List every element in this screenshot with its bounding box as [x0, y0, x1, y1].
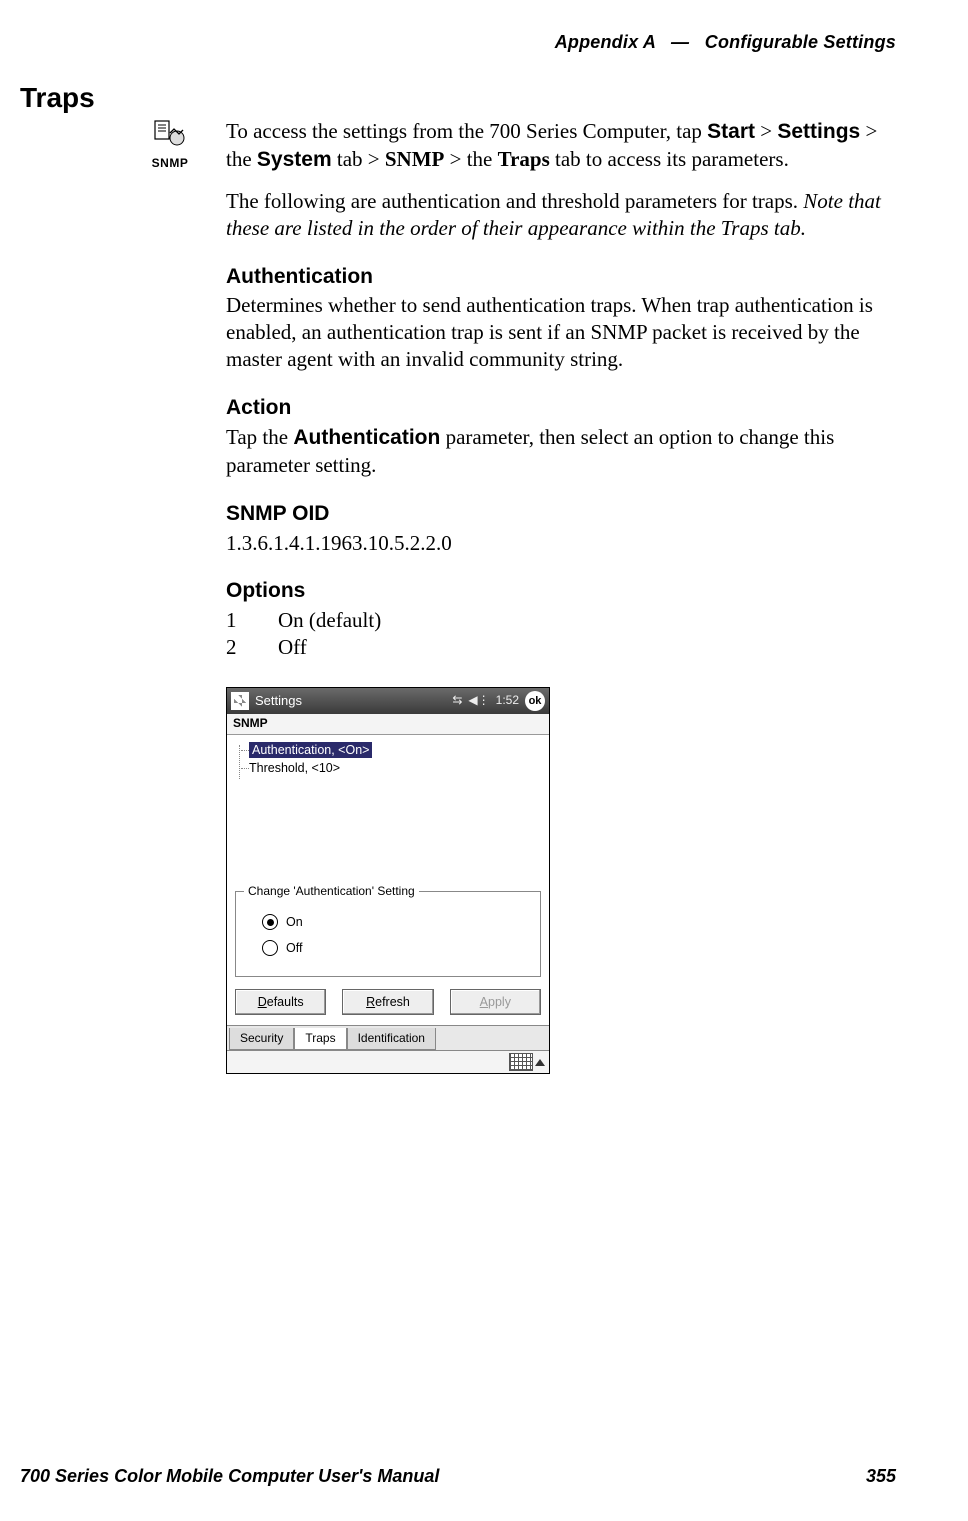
tab-identification[interactable]: Identification: [347, 1028, 436, 1050]
connectivity-icon[interactable]: ⇆: [452, 693, 462, 708]
auth-paragraph: Determines whether to send authenticatio…: [226, 292, 906, 373]
clock-text: 1:52: [496, 693, 519, 708]
heading-authentication: Authentication: [226, 264, 906, 291]
tree-item-label: Threshold, <10>: [249, 760, 340, 776]
text: efresh: [375, 995, 410, 1009]
button-row: Defaults Refresh Apply: [227, 985, 549, 1025]
option-number: 2: [226, 634, 278, 661]
page-footer: 700 Series Color Mobile Computer User's …: [20, 1466, 896, 1487]
keyboard-icon[interactable]: [509, 1053, 533, 1071]
tree-item-threshold[interactable]: Threshold, <10>: [249, 759, 541, 777]
intro-paragraph-1: To access the settings from the 700 Seri…: [226, 118, 906, 174]
volume-icon[interactable]: ◀⋮: [468, 693, 489, 708]
tab-bar: Security Traps Identification: [227, 1025, 549, 1050]
text: A: [480, 995, 488, 1009]
text: Tap the: [226, 425, 293, 449]
snmp-icon: SNMP: [150, 120, 190, 170]
footer-manual: 700 Series Color Mobile Computer User's …: [20, 1466, 439, 1487]
text: The following are authentication and thr…: [226, 189, 803, 213]
text: R: [366, 995, 375, 1009]
running-header: Appendix A — Configurable Settings: [555, 32, 896, 53]
text: To access the settings from the 700 Seri…: [226, 119, 707, 143]
option-label: Off: [278, 634, 307, 661]
option-label: On (default): [278, 607, 381, 634]
group-legend: Change 'Authentication' Setting: [244, 884, 419, 899]
text: tab >: [332, 147, 385, 171]
document-network-icon: [153, 120, 187, 150]
text: >: [755, 119, 777, 143]
device-titlebar: Settings ⇆ ◀⋮ 1:52 ok: [227, 688, 549, 714]
kw-system: System: [257, 148, 332, 171]
apply-button: Apply: [450, 989, 541, 1015]
text: efaults: [267, 995, 304, 1009]
tree-item-authentication[interactable]: Authentication, <On>: [249, 741, 541, 759]
header-sep: —: [671, 32, 689, 52]
kw-authentication: Authentication: [293, 426, 440, 449]
option-number: 1: [226, 607, 278, 634]
intro-paragraph-2: The following are authentication and thr…: [226, 188, 906, 242]
radio-icon[interactable]: [262, 940, 278, 956]
content-column: To access the settings from the 700 Seri…: [226, 118, 906, 1074]
device-subtitle: SNMP: [227, 714, 549, 735]
refresh-button[interactable]: Refresh: [342, 989, 433, 1015]
footer-page: 355: [866, 1466, 896, 1487]
option-row: 2 Off: [226, 634, 906, 661]
radio-icon[interactable]: [262, 914, 278, 930]
radio-on[interactable]: On: [262, 914, 530, 930]
ok-button[interactable]: ok: [525, 691, 545, 711]
oid-value: 1.3.6.1.4.1.1963.10.5.2.2.0: [226, 530, 906, 557]
tree-area: Authentication, <On> Threshold, <10>: [227, 735, 549, 887]
device-title: Settings: [255, 693, 302, 710]
windows-flag-icon[interactable]: [231, 692, 249, 710]
text: D: [258, 995, 267, 1009]
heading-snmp-oid: SNMP OID: [226, 501, 906, 528]
text: tab to access its parameters.: [550, 147, 789, 171]
radio-label: On: [286, 914, 303, 930]
heading-options: Options: [226, 578, 906, 605]
kw-snmp: SNMP: [385, 147, 445, 171]
sip-up-icon[interactable]: [535, 1059, 545, 1066]
kw-start: Start: [707, 120, 755, 143]
device-screenshot: Settings ⇆ ◀⋮ 1:52 ok SNMP Authenticatio…: [226, 687, 550, 1074]
kw-traps: Traps: [498, 147, 550, 171]
tab-traps[interactable]: Traps: [294, 1028, 346, 1050]
tab-security[interactable]: Security: [229, 1028, 294, 1050]
radio-label: Off: [286, 940, 302, 956]
defaults-button[interactable]: Defaults: [235, 989, 326, 1015]
option-row: 1 On (default): [226, 607, 906, 634]
snmp-icon-label: SNMP: [150, 156, 190, 170]
text: > the: [444, 147, 497, 171]
kw-settings: Settings: [777, 120, 860, 143]
tree-item-label: Authentication, <On>: [249, 742, 372, 758]
section-title: Traps: [20, 82, 95, 114]
header-title: Configurable Settings: [705, 32, 896, 52]
action-paragraph: Tap the Authentication parameter, then s…: [226, 424, 906, 479]
header-appendix: Appendix A: [555, 32, 656, 52]
device-bottombar: [227, 1050, 549, 1073]
change-setting-group: Change 'Authentication' Setting On Off: [235, 891, 541, 977]
radio-off[interactable]: Off: [262, 940, 530, 956]
text: pply: [488, 995, 511, 1009]
heading-action: Action: [226, 395, 906, 422]
